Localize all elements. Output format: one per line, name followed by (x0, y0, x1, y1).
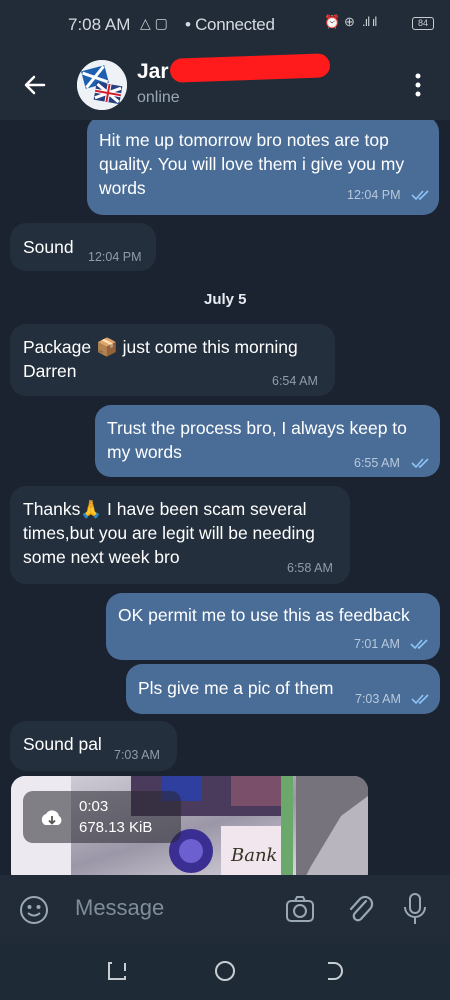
avatar[interactable] (77, 60, 127, 110)
contact-status: online (137, 89, 180, 106)
message-time: 6:55 AM (354, 456, 400, 470)
chat-header: Jar online (0, 50, 450, 120)
redaction-mark (169, 53, 331, 83)
camera-icon[interactable] (284, 894, 316, 924)
video-file-size: 678.13 KiB (79, 819, 153, 836)
message-bubble-outgoing[interactable]: Trust the process bro, I always keep to … (95, 405, 440, 477)
message-bubble-incoming[interactable]: Sound pal 7:03 AM (10, 721, 177, 771)
message-time: 12:04 PM (88, 250, 142, 264)
download-icon[interactable] (37, 805, 67, 835)
attach-icon[interactable] (345, 893, 375, 925)
back-nav-icon[interactable] (322, 959, 346, 983)
read-ticks-icon (410, 639, 428, 650)
video-duration: 0:03 (79, 798, 109, 815)
message-text: Sound pal (23, 734, 102, 754)
back-arrow-icon[interactable] (20, 70, 50, 100)
contact-name[interactable]: Jar (137, 60, 169, 84)
message-bubble-incoming[interactable]: Package 📦 just come this morning Darren … (10, 324, 335, 396)
message-bubble-incoming[interactable]: Sound 12:04 PM (10, 223, 156, 271)
status-bar: 7:08 AM △ ▢ • Connected ⏰ ⊕ .ıl ıl 84 (0, 0, 450, 50)
message-bubble-outgoing[interactable]: OK permit me to use this as feedback 7:0… (106, 593, 440, 660)
recents-icon[interactable] (105, 959, 129, 983)
message-bubble-outgoing[interactable]: Pls give me a pic of them 7:03 AM (126, 664, 440, 714)
status-notification-icons: △ ▢ (140, 15, 168, 31)
message-input[interactable]: Message (75, 895, 164, 921)
message-time: 7:01 AM (354, 637, 400, 651)
video-message[interactable]: Bank 0:03 678.13 KiB (11, 776, 368, 875)
message-time: 6:58 AM (287, 561, 333, 575)
svg-text:Bank: Bank (230, 845, 277, 866)
message-bubble-outgoing[interactable]: Hit me up tomorrow bro notes are top qua… (87, 120, 439, 215)
message-text: Sound (23, 237, 74, 257)
read-ticks-icon (411, 190, 429, 201)
message-input-bar: Message (0, 875, 450, 943)
avatar-flags-image (77, 60, 127, 110)
status-connection: • Connected (185, 15, 275, 34)
message-bubble-incoming[interactable]: Thanks🙏 I have been scam several times,b… (10, 486, 350, 584)
mic-icon[interactable] (402, 892, 428, 926)
battery-icon: 84 (412, 17, 434, 30)
read-ticks-icon (411, 694, 429, 705)
message-time: 7:03 AM (114, 748, 160, 762)
status-right-icons: ⏰ ⊕ .ıl ıl 84 (324, 14, 434, 34)
message-text: Thanks🙏 I have been scam several times,b… (23, 499, 315, 567)
signal-icon: .ıl ıl (362, 14, 377, 29)
message-time: 6:54 AM (272, 374, 318, 388)
message-text: OK permit me to use this as feedback (118, 605, 410, 625)
emoji-icon[interactable] (19, 895, 49, 925)
message-list[interactable]: Hit me up tomorrow bro notes are top qua… (0, 120, 450, 875)
system-nav-bar (0, 943, 450, 1000)
home-icon[interactable] (213, 959, 237, 983)
message-time: 12:04 PM (347, 188, 401, 202)
message-time: 7:03 AM (355, 692, 401, 706)
message-text: Pls give me a pic of them (138, 678, 334, 698)
status-time: 7:08 AM (68, 15, 131, 34)
read-ticks-icon (411, 458, 429, 469)
alarm-icon: ⏰ (324, 14, 341, 29)
sync-icon: ⊕ (344, 14, 355, 29)
date-separator: July 5 (204, 291, 247, 308)
more-vert-icon[interactable] (408, 70, 428, 100)
